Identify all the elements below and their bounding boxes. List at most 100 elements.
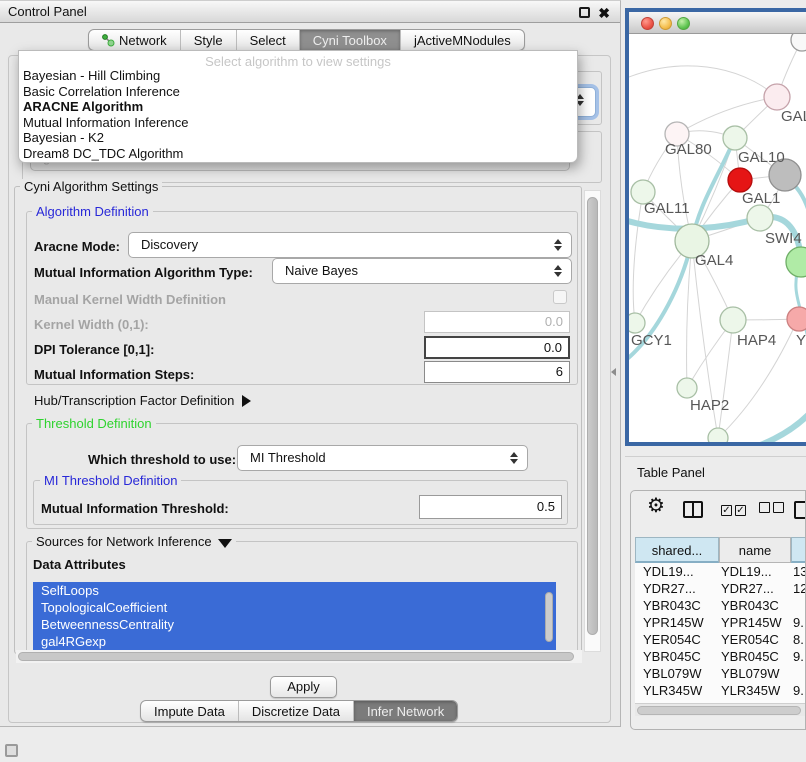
dpi-tolerance-field[interactable]: 0.0 [424, 336, 570, 359]
column-layout-icon[interactable] [683, 501, 703, 518]
table-cell: YDR27... [643, 580, 696, 597]
close-panel-icon[interactable]: ✖ [598, 2, 610, 24]
column-header-partial[interactable]: A [791, 537, 806, 563]
network-node-label: GAL4 [695, 252, 733, 269]
algorithm-option[interactable]: Dream8 DC_TDC Algorithm [19, 146, 577, 162]
network-edge[interactable] [629, 66, 777, 97]
network-node-gcy1[interactable] [629, 313, 645, 333]
table-row[interactable]: YBL079WYBL079W [635, 665, 806, 682]
tab-cyni-toolbox[interactable]: Cyni Toolbox [299, 30, 400, 50]
manual-kernel-checkbox[interactable] [553, 290, 567, 304]
table-row[interactable]: YBR043CYBR043C [635, 597, 806, 614]
network-node-gal10[interactable] [723, 126, 747, 150]
table-cell: YLR345W [721, 682, 780, 699]
table-row[interactable]: YER054CYER054C8. [635, 631, 806, 648]
network-node-y[interactable] [787, 307, 806, 331]
settings-horizontal-scrollbar[interactable] [16, 650, 582, 663]
network-node-label: GAL [781, 108, 806, 125]
table-row[interactable]: YBR045CYBR045C9. [635, 648, 806, 665]
tab-style[interactable]: Style [180, 30, 236, 50]
network-node[interactable] [791, 34, 806, 51]
table-row[interactable]: YPR145WYPR145W9. [635, 614, 806, 631]
network-node-hap4[interactable] [720, 307, 746, 333]
threshold-definition-title: Threshold Definition [32, 416, 156, 431]
algorithm-list: Bayesian - Hill ClimbingBasic Correlatio… [19, 68, 577, 162]
table-row[interactable]: YDR27...YDR27...12 [635, 580, 806, 597]
float-panel-icon[interactable] [579, 7, 590, 18]
panel-divider-handle[interactable] [611, 368, 616, 376]
horizontal-scrollbar-thumb[interactable] [18, 652, 574, 661]
table-panel-window: ⚙ ✓✓ shared... name A YDL19...YDL19...13… [630, 490, 806, 730]
algorithm-option[interactable]: Bayesian - Hill Climbing [19, 68, 577, 84]
vertical-scrollbar-thumb[interactable] [587, 197, 598, 635]
settings-vertical-scrollbar[interactable] [584, 190, 601, 652]
select-all-columns-icon[interactable]: ✓✓ [721, 501, 749, 516]
table-cell: YBL079W [643, 665, 702, 682]
gear-icon[interactable]: ⚙ [647, 494, 665, 518]
tab-discretize-data[interactable]: Discretize Data [238, 701, 353, 721]
zoom-window-icon[interactable] [677, 17, 690, 30]
data-attribute-item[interactable]: TopologicalCoefficient [33, 599, 556, 616]
algorithm-option[interactable]: Basic Correlation Inference [19, 84, 577, 100]
application-root: Control Panel ✖ gal-filtered.sif default… [0, 0, 806, 762]
algorithm-option[interactable]: Mutual Information Inference [19, 115, 577, 131]
network-edge[interactable] [633, 192, 643, 323]
which-threshold-combobox[interactable]: MI Threshold [237, 445, 528, 471]
aracne-mode-combobox[interactable]: Discovery [128, 232, 572, 258]
algorithm-option[interactable]: Bayesian - K2 [19, 130, 577, 146]
column-header-name[interactable]: name [719, 537, 791, 563]
mi-type-combobox[interactable]: Naive Bayes [272, 258, 572, 284]
sources-group-title[interactable]: Sources for Network Inference [32, 534, 236, 549]
tab-select[interactable]: Select [236, 30, 299, 50]
table-row[interactable]: YDL19...YDL19...13 [635, 563, 806, 580]
algorithm-definition-title: Algorithm Definition [32, 204, 153, 219]
network-icon [102, 34, 115, 47]
close-window-icon[interactable] [641, 17, 654, 30]
tab-jactivemnodules[interactable]: jActiveMNodules [400, 30, 524, 50]
tab-impute-data[interactable]: Impute Data [141, 701, 238, 721]
manual-kernel-label: Manual Kernel Width Definition [34, 292, 226, 307]
deselect-all-columns-icon[interactable] [759, 501, 787, 516]
tab-cyni-toolbox-label: Cyni Toolbox [313, 30, 387, 51]
algorithm-option[interactable]: ARACNE Algorithm [19, 99, 577, 115]
mi-threshold-label: Mutual Information Threshold: [41, 501, 229, 516]
network-node[interactable] [708, 428, 728, 442]
table-panel-title: Table Panel [637, 457, 705, 489]
which-threshold-label: Which threshold to use: [88, 452, 236, 467]
collapsed-arrow-icon [242, 395, 251, 407]
kernel-width-field[interactable]: 0.0 [424, 311, 570, 333]
minimize-window-icon[interactable] [659, 17, 672, 30]
network-node-hap2[interactable] [677, 378, 697, 398]
table-cell: YBR045C [643, 648, 701, 665]
hub-definition-label: Hub/Transcription Factor Definition [34, 393, 234, 408]
data-attribute-item[interactable]: SelfLoops [33, 582, 556, 599]
network-node-gal[interactable] [764, 84, 790, 110]
data-attribute-item[interactable]: gal4RGexp [33, 633, 556, 650]
aracne-mode-value: Discovery [129, 233, 551, 257]
control-panel-titlebar: Control Panel ✖ [0, 1, 620, 23]
network-canvas[interactable]: GALGAL80GAL10GAL1GAL11SWI4GAL4GCY1HAP4YH… [629, 34, 806, 442]
export-table-icon[interactable] [794, 501, 806, 519]
network-node-swi4[interactable] [747, 205, 773, 231]
column-header-shared-name[interactable]: shared... [635, 537, 719, 563]
tab-network[interactable]: Network [89, 30, 180, 50]
table-row[interactable]: YLR345WYLR345W9. [635, 682, 806, 699]
network-node-gal1[interactable] [728, 168, 752, 192]
table-scrollbar-thumb[interactable] [637, 706, 801, 715]
mi-steps-field[interactable]: 6 [424, 361, 570, 383]
mi-threshold-field[interactable]: 0.5 [419, 495, 562, 519]
list-scrollbar-thumb[interactable] [545, 592, 553, 642]
data-attribute-item[interactable]: BetweennessCentrality [33, 616, 556, 633]
table-cell: YDR27... [721, 580, 774, 597]
minimized-panel-icon[interactable] [5, 744, 18, 757]
stepper-arrows-icon [507, 452, 521, 464]
apply-button[interactable]: Apply [270, 676, 337, 698]
table-cell: 9. [793, 614, 804, 631]
tab-infer-network[interactable]: Infer Network [353, 701, 457, 721]
network-node-label: SWI4 [765, 230, 802, 247]
network-view-titlebar[interactable] [629, 12, 806, 34]
network-node[interactable] [786, 247, 806, 277]
table-cell: 9. [793, 682, 804, 699]
table-horizontal-scrollbar[interactable] [635, 703, 806, 716]
hub-definition-toggle[interactable]: Hub/Transcription Factor Definition [34, 393, 251, 408]
